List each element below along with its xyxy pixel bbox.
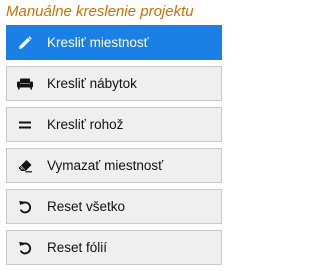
draw-mat-label: Kresliť rohož (47, 116, 124, 132)
drawing-panel: Manuálne kreslenie projektu Kresliť mies… (0, 0, 228, 265)
reset-all-label: Reset všetko (47, 198, 126, 214)
erase-room-label: Vymazať miestnosť (47, 157, 164, 173)
sofa-icon (16, 75, 34, 93)
undo-icon (16, 198, 34, 216)
reset-foils-label: Reset fólií (47, 239, 108, 255)
reset-foils-button[interactable]: Reset fólií (6, 230, 222, 265)
draw-room-button[interactable]: Kresliť miestnosť (6, 25, 222, 60)
erase-room-button[interactable]: Vymazať miestnosť (6, 148, 222, 183)
draw-room-label: Kresliť miestnosť (47, 34, 149, 50)
draw-furniture-label: Kresliť nábytok (47, 75, 137, 91)
undo-icon (16, 239, 34, 257)
equals-icon (16, 116, 34, 134)
reset-all-button[interactable]: Reset všetko (6, 189, 222, 224)
eraser-icon (16, 157, 34, 175)
draw-furniture-button[interactable]: Kresliť nábytok (6, 66, 222, 101)
draw-mat-button[interactable]: Kresliť rohož (6, 107, 222, 142)
pencil-icon (16, 34, 34, 52)
button-list: Kresliť miestnosť Kresliť nábytok Kresli… (6, 25, 222, 271)
panel-title: Manuálne kreslenie projektu (6, 3, 194, 20)
